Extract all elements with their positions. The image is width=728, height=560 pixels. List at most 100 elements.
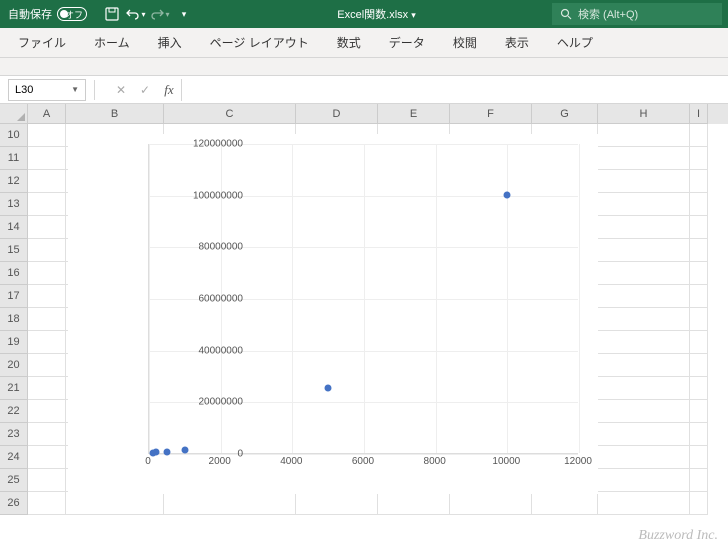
data-point[interactable] xyxy=(504,191,511,198)
cell[interactable] xyxy=(598,400,690,423)
cell[interactable] xyxy=(28,262,66,285)
tab-ファイル[interactable]: ファイル xyxy=(4,28,80,57)
name-box[interactable]: L30 ▼ xyxy=(8,79,86,101)
cell[interactable] xyxy=(690,377,708,400)
cell[interactable] xyxy=(28,423,66,446)
cell[interactable] xyxy=(378,492,450,515)
cell[interactable] xyxy=(598,216,690,239)
column-header-D[interactable]: D xyxy=(296,104,378,124)
cell[interactable] xyxy=(598,147,690,170)
undo-icon[interactable]: ▾ xyxy=(125,3,147,25)
search-box[interactable]: 検索 (Alt+Q) xyxy=(552,3,722,25)
cell[interactable] xyxy=(28,469,66,492)
row-header-25[interactable]: 25 xyxy=(0,469,28,492)
cell[interactable] xyxy=(164,492,296,515)
tab-挿入[interactable]: 挿入 xyxy=(144,28,196,57)
data-point[interactable] xyxy=(163,448,170,455)
cell[interactable] xyxy=(28,492,66,515)
cell[interactable] xyxy=(532,492,598,515)
cell[interactable] xyxy=(28,147,66,170)
cell[interactable] xyxy=(598,492,690,515)
cell[interactable] xyxy=(28,377,66,400)
cell[interactable] xyxy=(450,492,532,515)
column-header-I[interactable]: I xyxy=(690,104,708,124)
row-header-24[interactable]: 24 xyxy=(0,446,28,469)
cell[interactable] xyxy=(598,377,690,400)
tab-校閲[interactable]: 校閲 xyxy=(439,28,491,57)
chevron-down-icon[interactable]: ▼ xyxy=(71,85,79,94)
cell[interactable] xyxy=(28,331,66,354)
cell[interactable] xyxy=(690,308,708,331)
cell[interactable] xyxy=(690,147,708,170)
tab-数式[interactable]: 数式 xyxy=(323,28,375,57)
cell[interactable] xyxy=(28,354,66,377)
fx-icon[interactable]: fx xyxy=(157,79,181,101)
row-header-17[interactable]: 17 xyxy=(0,285,28,308)
cell[interactable] xyxy=(28,193,66,216)
tab-データ[interactable]: データ xyxy=(375,28,439,57)
data-point[interactable] xyxy=(181,447,188,454)
tab-ヘルプ[interactable]: ヘルプ xyxy=(543,28,607,57)
embedded-chart[interactable]: 0200000004000000060000000800000001000000… xyxy=(68,134,598,494)
cell[interactable] xyxy=(690,400,708,423)
tab-ページ レイアウト[interactable]: ページ レイアウト xyxy=(196,28,323,57)
cell[interactable] xyxy=(690,239,708,262)
column-header-H[interactable]: H xyxy=(598,104,690,124)
row-header-20[interactable]: 20 xyxy=(0,354,28,377)
cell[interactable] xyxy=(28,216,66,239)
cell[interactable] xyxy=(598,446,690,469)
tab-ホーム[interactable]: ホーム xyxy=(80,28,144,57)
cell[interactable] xyxy=(28,308,66,331)
cell[interactable] xyxy=(66,492,164,515)
cell[interactable] xyxy=(598,354,690,377)
row-header-15[interactable]: 15 xyxy=(0,239,28,262)
data-point[interactable] xyxy=(325,385,332,392)
row-header-23[interactable]: 23 xyxy=(0,423,28,446)
cell[interactable] xyxy=(690,446,708,469)
cell[interactable] xyxy=(296,492,378,515)
row-header-21[interactable]: 21 xyxy=(0,377,28,400)
tab-表示[interactable]: 表示 xyxy=(491,28,543,57)
row-header-22[interactable]: 22 xyxy=(0,400,28,423)
cell[interactable] xyxy=(28,239,66,262)
column-header-B[interactable]: B xyxy=(66,104,164,124)
cell[interactable] xyxy=(690,170,708,193)
column-header-G[interactable]: G xyxy=(532,104,598,124)
cell[interactable] xyxy=(598,331,690,354)
row-header-26[interactable]: 26 xyxy=(0,492,28,515)
cell[interactable] xyxy=(598,193,690,216)
cell[interactable] xyxy=(598,308,690,331)
column-header-A[interactable]: A xyxy=(28,104,66,124)
cell[interactable] xyxy=(28,124,66,147)
column-header-E[interactable]: E xyxy=(378,104,450,124)
cell[interactable] xyxy=(690,124,708,147)
row-header-10[interactable]: 10 xyxy=(0,124,28,147)
column-header-C[interactable]: C xyxy=(164,104,296,124)
data-point[interactable] xyxy=(153,449,160,456)
save-icon[interactable] xyxy=(101,3,123,25)
qat-customize-icon[interactable]: ▾ xyxy=(173,3,195,25)
cell[interactable] xyxy=(598,170,690,193)
cell[interactable] xyxy=(28,285,66,308)
row-header-13[interactable]: 13 xyxy=(0,193,28,216)
cell[interactable] xyxy=(690,193,708,216)
cell[interactable] xyxy=(598,285,690,308)
cell[interactable] xyxy=(598,124,690,147)
cell[interactable] xyxy=(690,423,708,446)
cell[interactable] xyxy=(690,469,708,492)
cell[interactable] xyxy=(28,400,66,423)
autosave-toggle[interactable]: 自動保存 オフ xyxy=(0,6,95,22)
select-all-corner[interactable] xyxy=(0,104,28,124)
row-header-12[interactable]: 12 xyxy=(0,170,28,193)
row-header-19[interactable]: 19 xyxy=(0,331,28,354)
cell[interactable] xyxy=(598,262,690,285)
cell[interactable] xyxy=(598,469,690,492)
row-header-11[interactable]: 11 xyxy=(0,147,28,170)
row-header-14[interactable]: 14 xyxy=(0,216,28,239)
toggle-switch[interactable]: オフ xyxy=(57,7,87,21)
cell[interactable] xyxy=(28,170,66,193)
cell[interactable] xyxy=(690,354,708,377)
formula-input[interactable] xyxy=(181,79,728,101)
cell[interactable] xyxy=(598,423,690,446)
cell[interactable] xyxy=(690,331,708,354)
